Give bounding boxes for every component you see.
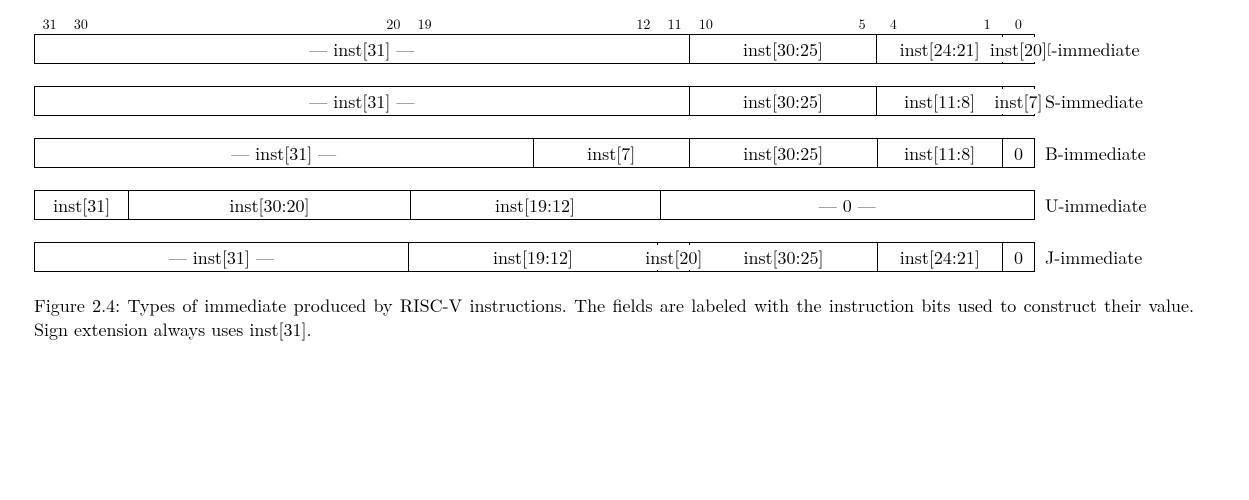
fields-s: — inst[31] — inst[30:25] inst[11:8] inst… (34, 86, 1035, 116)
field: — 0 — (661, 191, 1036, 219)
bit-position-header: 31 30 20 19 12 11 10 5 4 1 0 (34, 14, 1034, 34)
bitpos-4: 4 (890, 14, 897, 34)
field: — inst[31] — (35, 87, 690, 115)
bitpos-12: 12 (636, 14, 650, 34)
row-label: S-immediate (1045, 89, 1143, 114)
field: inst[11:8] (878, 139, 1003, 167)
field: — inst[31] — (35, 243, 409, 271)
field: inst[20] (1003, 35, 1035, 63)
row-label: U-immediate (1045, 193, 1146, 218)
fields-j: — inst[31] — inst[19:12] inst[20] inst[3… (34, 242, 1035, 272)
bitpos-5: 5 (859, 14, 866, 34)
field: inst[30:25] (690, 139, 878, 167)
bitpos-20: 20 (386, 14, 400, 34)
field: inst[30:20] (129, 191, 410, 219)
field: inst[30:25] (690, 87, 878, 115)
row-s-immediate: — inst[31] — inst[30:25] inst[11:8] inst… (34, 86, 1215, 116)
row-label: J-immediate (1045, 245, 1142, 270)
row-label: I-immediate (1045, 37, 1139, 62)
bitpos-0: 0 (1015, 14, 1022, 34)
bitpos-19: 19 (418, 14, 432, 34)
field: — inst[31] — (35, 35, 690, 63)
fields-u: inst[31] inst[30:20] inst[19:12] — 0 — (34, 190, 1035, 220)
bitpos-30: 30 (74, 14, 88, 34)
field: inst[7] (534, 139, 690, 167)
field: inst[24:21] (877, 35, 1003, 63)
field: inst[31] (35, 191, 129, 219)
field: — inst[31] — (35, 139, 534, 167)
fields-i: — inst[31] — inst[30:25] inst[24:21] ins… (34, 34, 1035, 64)
field: 0 (1003, 243, 1035, 271)
row-i-immediate: — inst[31] — inst[30:25] inst[24:21] ins… (34, 34, 1215, 64)
bitpos-31: 31 (43, 14, 57, 34)
field: 0 (1003, 139, 1035, 167)
field: inst[20] (658, 243, 690, 271)
row-b-immediate: — inst[31] — inst[7] inst[30:25] inst[11… (34, 138, 1215, 168)
bitpos-10: 10 (699, 14, 713, 34)
fields-b: — inst[31] — inst[7] inst[30:25] inst[11… (34, 138, 1035, 168)
field: inst[30:25] (690, 243, 877, 271)
bitpos-1: 1 (984, 14, 991, 34)
row-j-immediate: — inst[31] — inst[19:12] inst[20] inst[3… (34, 242, 1215, 272)
field: inst[24:21] (878, 243, 1003, 271)
field: inst[30:25] (690, 35, 878, 63)
figure-caption: Figure 2.4: Types of immediate produced … (34, 294, 1194, 343)
bitpos-11: 11 (668, 14, 682, 34)
field: inst[11:8] (877, 87, 1003, 115)
field: inst[19:12] (411, 191, 661, 219)
row-u-immediate: inst[31] inst[30:20] inst[19:12] — 0 — U… (34, 190, 1215, 220)
field: inst[19:12] (409, 243, 659, 271)
row-label: B-immediate (1045, 141, 1146, 166)
field: inst[7] (1003, 87, 1035, 115)
